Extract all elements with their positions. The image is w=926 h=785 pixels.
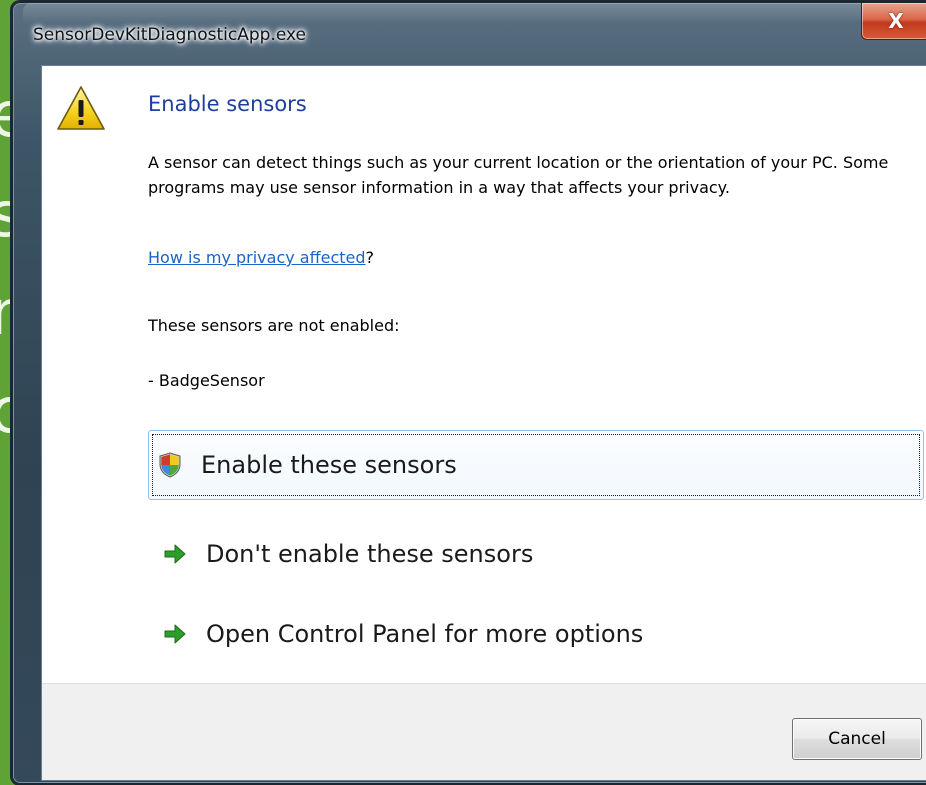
green-arrow-icon [164,624,186,644]
open-control-panel-label: Open Control Panel for more options [206,620,644,648]
dialog-description: A sensor can detect things such as your … [148,153,889,197]
dialog-window: SensorDevKitDiagnosticApp.exe X Enable s… [12,2,926,784]
dont-enable-sensors-button[interactable]: Don't enable these sensors [148,519,924,589]
close-icon: X [888,9,904,33]
close-button[interactable]: X [861,3,926,40]
enable-sensors-label: Enable these sensors [201,451,457,479]
open-control-panel-button[interactable]: Open Control Panel for more options [148,599,924,669]
window-title: SensorDevKitDiagnosticApp.exe [33,25,306,45]
privacy-link[interactable]: How is my privacy affected [148,248,366,267]
not-enabled-label: These sensors are not enabled: [148,316,400,335]
uac-shield-icon [159,452,181,478]
privacy-suffix: ? [365,248,375,267]
privacy-line: How is my privacy affected? [148,248,374,267]
green-arrow-icon [164,544,186,564]
cancel-button[interactable]: Cancel [792,718,922,760]
dialog-heading: Enable sensors [148,92,307,116]
warning-triangle-icon [57,86,105,130]
enable-sensors-button[interactable]: Enable these sensors [148,430,924,500]
sensor-list-item: - BadgeSensor [148,371,265,390]
dont-enable-sensors-label: Don't enable these sensors [206,540,534,568]
dialog-footer: Cancel [42,683,926,780]
dialog-content: Enable sensors A sensor can detect thing… [41,65,926,781]
